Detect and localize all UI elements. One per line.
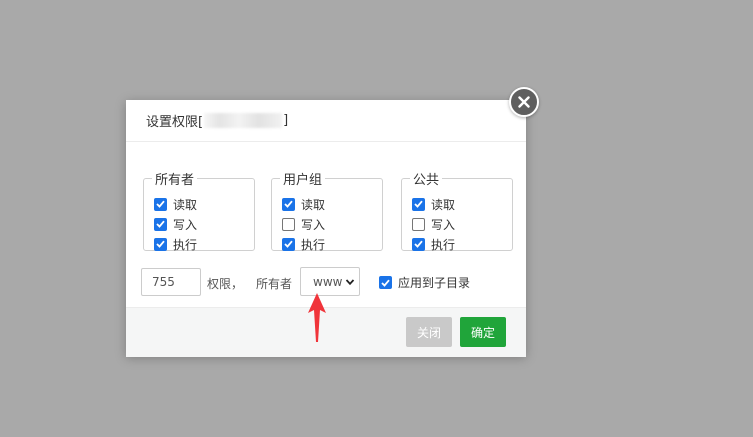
- public-read-checkbox[interactable]: 读取: [412, 194, 512, 214]
- group-legend: 所有者: [155, 173, 195, 188]
- group-permissions-group: 用户组 读取 写入 执行: [271, 169, 383, 254]
- checkbox-label: 读取: [431, 197, 456, 212]
- owner-label: 所有者: [256, 277, 293, 291]
- checkbox-unchecked-icon[interactable]: [412, 217, 425, 231]
- group-legend: 用户组: [283, 173, 323, 188]
- checkbox-label: 写入: [301, 217, 326, 232]
- checkbox-label: 执行: [301, 237, 326, 252]
- dialog-title: 设置权限[ ]: [126, 100, 526, 142]
- annotation-arrow-icon: [308, 293, 326, 342]
- close-button[interactable]: 关闭: [406, 317, 452, 347]
- chevron-down-icon: [345, 279, 355, 286]
- close-icon: [518, 96, 530, 108]
- group-read-checkbox[interactable]: 读取: [282, 194, 382, 214]
- checkbox-checked-icon[interactable]: [412, 197, 425, 211]
- owner-select-value: www: [313, 274, 343, 289]
- checkbox-label: 写入: [431, 217, 456, 232]
- checkbox-label: 执行: [431, 237, 456, 252]
- checkbox-checked-icon[interactable]: [154, 217, 167, 231]
- checkbox-checked-icon[interactable]: [379, 276, 392, 289]
- checkbox-label: 读取: [173, 197, 198, 212]
- public-write-checkbox[interactable]: 写入: [412, 214, 512, 234]
- checkbox-unchecked-icon[interactable]: [282, 217, 295, 231]
- permission-label: 权限，: [207, 277, 244, 291]
- confirm-button[interactable]: 确定: [460, 317, 506, 347]
- owner-exec-checkbox[interactable]: 执行: [154, 234, 254, 254]
- checkbox-checked-icon[interactable]: [282, 237, 295, 251]
- checkbox-checked-icon[interactable]: [412, 237, 425, 251]
- checkbox-label: 应用到子目录: [398, 276, 471, 290]
- permission-mode-input[interactable]: [141, 268, 201, 296]
- public-permissions-group: 公共 读取 写入 执行: [401, 169, 513, 254]
- owner-select[interactable]: www: [300, 267, 360, 296]
- checkbox-label: 写入: [173, 217, 198, 232]
- group-legend: 公共: [413, 173, 440, 188]
- owner-read-checkbox[interactable]: 读取: [154, 194, 254, 214]
- dialog-close-button[interactable]: [509, 87, 539, 117]
- checkbox-checked-icon[interactable]: [154, 197, 167, 211]
- group-exec-checkbox[interactable]: 执行: [282, 234, 382, 254]
- owner-permissions-group: 所有者 读取 写入 执行: [143, 169, 255, 254]
- checkbox-checked-icon[interactable]: [282, 197, 295, 211]
- redacted-path: [204, 113, 283, 128]
- checkbox-label: 读取: [301, 197, 326, 212]
- checkbox-checked-icon[interactable]: [154, 237, 167, 251]
- public-exec-checkbox[interactable]: 执行: [412, 234, 512, 254]
- owner-write-checkbox[interactable]: 写入: [154, 214, 254, 234]
- dialog-title-suffix: ]: [283, 113, 289, 128]
- dialog-title-prefix: 设置权限[: [146, 115, 204, 130]
- group-write-checkbox[interactable]: 写入: [282, 214, 382, 234]
- apply-to-subdirectories-checkbox[interactable]: 应用到子目录: [379, 274, 470, 291]
- checkbox-label: 执行: [173, 237, 198, 252]
